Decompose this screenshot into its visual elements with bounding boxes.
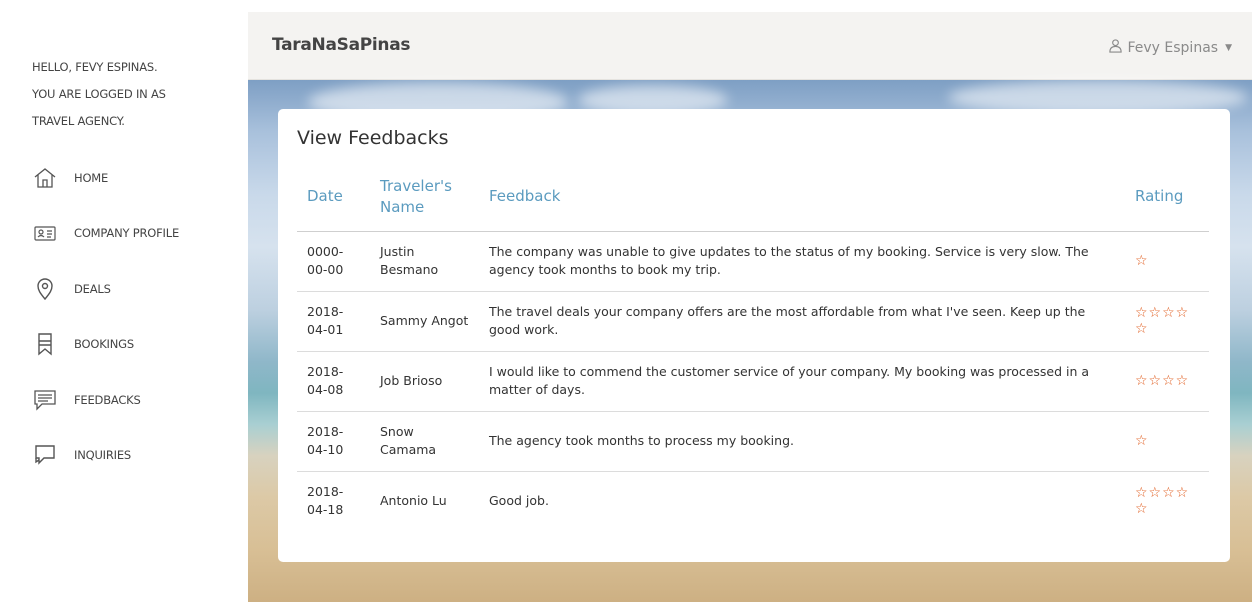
- table-row: 2018-04-18 Antonio Lu Good job. ☆☆☆☆☆: [297, 471, 1209, 531]
- table-row: 2018-04-08 Job Brioso I would like to comm…: [297, 351, 1209, 412]
- sidebar-item-label: INQUIRIES: [74, 448, 132, 463]
- star-rating-icon: ☆☆☆☆☆: [1135, 485, 1190, 518]
- star-rating-icon: ☆: [1135, 253, 1149, 269]
- sidebar-nav: HOME COMPANY PROFILE DEALS BOOKINGS FEED…: [32, 150, 179, 484]
- home-icon: [32, 165, 58, 191]
- feedbacks-card: View Feedbacks Date Traveler's Name Feed…: [278, 109, 1230, 562]
- cell-date: 2018-04-01: [297, 291, 370, 352]
- sidebar-item-home[interactable]: HOME: [32, 150, 108, 206]
- chat-bubble-icon: [32, 387, 58, 413]
- brand-logo[interactable]: TaraNaSaPinas: [272, 35, 411, 55]
- sidebar-item-label: DEALS: [74, 281, 111, 296]
- bookmark-icon: [32, 331, 58, 357]
- sidebar: HELLO, FEVY ESPINAS. YOU ARE LOGGED IN A…: [0, 0, 248, 602]
- table-row: 2018-04-10 Snow Camama The agency took mon…: [297, 411, 1209, 472]
- greeting-line: YOU ARE LOGGED IN AS: [32, 87, 166, 101]
- cell-feedback: The company was unable to give updates t…: [479, 231, 1125, 292]
- cell-date: 2018-04-08: [297, 351, 370, 412]
- sidebar-item-feedbacks[interactable]: FEEDBACKS: [32, 372, 141, 428]
- cell-date: 0000-00-00: [297, 231, 370, 292]
- main-area: TaraNaSaPinas Fevy Espinas ▼ View Feedba…: [248, 12, 1252, 602]
- cell-rating: ☆: [1125, 411, 1209, 472]
- column-header-rating: Rating: [1125, 163, 1209, 232]
- top-navbar: TaraNaSaPinas Fevy Espinas ▼: [248, 12, 1252, 80]
- inquiry-bubble-icon: [32, 442, 58, 468]
- sidebar-item-label: HOME: [74, 170, 109, 185]
- cell-rating: ☆☆☆☆☆: [1125, 471, 1209, 531]
- user-menu-dropdown[interactable]: Fevy Espinas ▼: [1108, 38, 1232, 57]
- cell-feedback: The agency took months to process my boo…: [479, 411, 1125, 472]
- user-name: Fevy Espinas: [1127, 39, 1219, 56]
- cell-feedback: I would like to commend the customer ser…: [479, 351, 1125, 412]
- user-icon: [1108, 38, 1123, 57]
- cell-traveler-name: Snow Camama: [370, 411, 479, 472]
- greeting-line: HELLO, FEVY ESPINAS.: [32, 60, 158, 74]
- cell-rating: ☆☆☆☆: [1125, 351, 1209, 412]
- column-header-traveler-name: Traveler's Name: [370, 163, 479, 232]
- sidebar-item-bookings[interactable]: BOOKINGS: [32, 317, 134, 373]
- cell-date: 2018-04-10: [297, 411, 370, 472]
- star-rating-icon: ☆: [1135, 433, 1149, 449]
- user-greeting: HELLO, FEVY ESPINAS. YOU ARE LOGGED IN A…: [32, 54, 166, 135]
- cell-traveler-name: Job Brioso: [370, 351, 479, 412]
- table-row: 0000-00-00 Justin Besmano The company was …: [297, 231, 1209, 292]
- sidebar-item-inquiries[interactable]: INQUIRIES: [32, 428, 131, 484]
- star-rating-icon: ☆☆☆☆: [1135, 373, 1190, 389]
- sidebar-item-label: FEEDBACKS: [74, 392, 141, 407]
- id-card-icon: [32, 220, 58, 246]
- greeting-line: TRAVEL AGENCY.: [32, 114, 125, 128]
- map-pin-icon: [32, 276, 58, 302]
- page-title: View Feedbacks: [297, 127, 449, 149]
- chevron-down-icon: ▼: [1225, 42, 1232, 53]
- cell-feedback: Good job.: [489, 493, 549, 509]
- cell-traveler-name: Justin Besmano: [370, 231, 479, 292]
- cell-rating: ☆: [1125, 231, 1209, 292]
- sidebar-item-label: BOOKINGS: [74, 337, 134, 352]
- sidebar-item-label: COMPANY PROFILE: [74, 226, 180, 241]
- cell-rating: ☆☆☆☆☆: [1125, 291, 1209, 352]
- column-header-feedback: Feedback: [479, 163, 1125, 232]
- column-header-date: Date: [297, 163, 370, 232]
- feedbacks-table: Date Traveler's Name Feedback Rating 000…: [297, 163, 1209, 531]
- cell-feedback: The travel deals your company offers are…: [479, 291, 1125, 352]
- sidebar-item-deals[interactable]: DEALS: [32, 261, 111, 317]
- table-row: 2018-04-01 Sammy Angot The travel deals yo…: [297, 291, 1209, 352]
- star-rating-icon: ☆☆☆☆☆: [1135, 305, 1190, 337]
- table-header-row: Date Traveler's Name Feedback Rating: [297, 163, 1209, 232]
- cell-traveler-name: Antonio Lu: [380, 493, 447, 509]
- cell-date: 2018-04-18: [307, 484, 344, 518]
- cell-traveler-name: Sammy Angot: [370, 291, 479, 352]
- sidebar-item-company-profile[interactable]: COMPANY PROFILE: [32, 206, 179, 262]
